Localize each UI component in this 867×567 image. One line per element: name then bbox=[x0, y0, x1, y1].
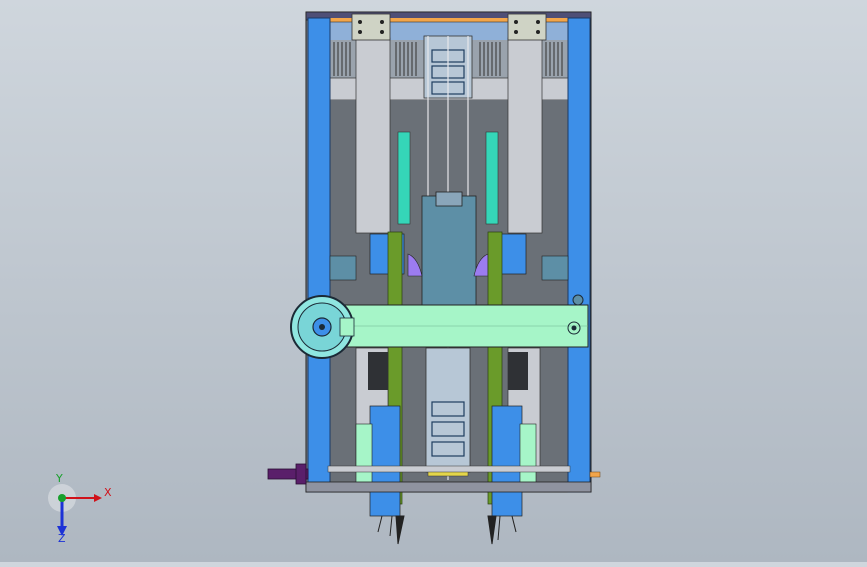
left-gray-upright bbox=[355, 37, 391, 234]
right-lower-teal bbox=[519, 423, 537, 489]
right-top-bracket bbox=[507, 13, 547, 41]
base-rail bbox=[327, 465, 571, 473]
cad-viewport[interactable]: X Y Z bbox=[0, 0, 867, 562]
right-blue-column bbox=[567, 17, 591, 493]
center-slate-block bbox=[421, 195, 477, 307]
handwheel[interactable] bbox=[290, 295, 355, 359]
left-teal-slot bbox=[397, 131, 411, 225]
left-blue-column bbox=[307, 17, 331, 493]
left-lower-teal bbox=[355, 423, 373, 489]
center-carriage-lower bbox=[425, 347, 471, 473]
right-gray-upright bbox=[507, 37, 543, 234]
left-lower-blue-leg bbox=[369, 405, 401, 517]
right-teal-slot bbox=[485, 131, 499, 225]
y-axis-dot bbox=[58, 494, 66, 502]
left-top-bracket bbox=[351, 13, 391, 41]
right-side-lug bbox=[541, 255, 569, 281]
left-dark-disk bbox=[368, 352, 388, 390]
center-slate-cap bbox=[435, 191, 463, 207]
right-lower-blue-leg bbox=[491, 405, 523, 517]
orange-pin bbox=[589, 471, 601, 478]
assembly-drawing bbox=[267, 11, 601, 545]
orientation-triad: X Y Z bbox=[44, 472, 114, 546]
y-axis-label: Y bbox=[56, 472, 63, 485]
x-axis-label: X bbox=[104, 486, 112, 499]
z-axis-label: Z bbox=[58, 532, 66, 545]
bottom-pins bbox=[377, 515, 517, 545]
right-dark-disk bbox=[508, 352, 528, 390]
base-plate bbox=[305, 481, 592, 493]
left-side-lug bbox=[329, 255, 357, 281]
